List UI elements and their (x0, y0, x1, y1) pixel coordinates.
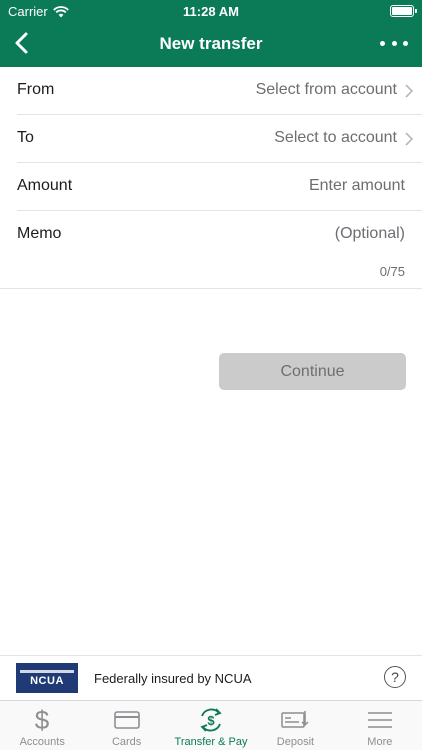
tab-transfer-pay[interactable]: $ Transfer & Pay (169, 701, 253, 750)
ncua-banner: NCUA Federally insured by NCUA ? (0, 655, 422, 700)
tab-label: Deposit (276, 736, 315, 748)
ncua-logo: NCUA (16, 663, 78, 693)
amount-input[interactable]: Enter amount (309, 177, 405, 195)
tab-label: More (367, 736, 393, 748)
ncua-logo-text: NCUA (30, 674, 64, 687)
memo-label: Memo (17, 225, 62, 242)
memo-character-counter: 0/75 (379, 264, 405, 279)
transfer-pay-icon: $ (196, 706, 226, 734)
to-account-value: Select to account (274, 129, 397, 146)
memo-input[interactable]: (Optional) (335, 225, 405, 243)
status-bar: Carrier 11:28 AM (0, 0, 422, 22)
continue-button[interactable]: Continue (219, 353, 406, 390)
tab-label: Accounts (19, 736, 65, 748)
tab-deposit[interactable]: Deposit (253, 701, 337, 750)
chevron-right-icon (405, 132, 413, 146)
nav-bar: New transfer (0, 22, 422, 67)
ncua-insured-text: Federally insured by NCUA (94, 671, 252, 686)
amount-label: Amount (17, 177, 73, 194)
memo-row[interactable]: Memo (Optional) 0/75 (17, 211, 422, 288)
to-label: To (17, 129, 34, 146)
from-account-value: Select from account (255, 81, 397, 98)
header: Carrier 11:28 AM New transfer (0, 0, 422, 67)
tab-more[interactable]: More (338, 701, 422, 750)
divider (0, 288, 422, 289)
page-title: New transfer (159, 34, 263, 53)
tab-cards[interactable]: Cards (84, 701, 168, 750)
check-deposit-icon (280, 706, 310, 734)
tab-accounts[interactable]: $ Accounts (0, 701, 84, 750)
svg-text:$: $ (207, 713, 215, 728)
amount-row[interactable]: Amount Enter amount (17, 163, 422, 211)
to-account-row[interactable]: To Select to account (17, 115, 422, 163)
svg-text:$: $ (35, 707, 50, 733)
tab-label: Transfer & Pay (174, 736, 248, 748)
dollar-icon: $ (27, 706, 57, 734)
transfer-form: From Select from account To Select to ac… (0, 67, 422, 289)
help-icon[interactable]: ? (384, 666, 406, 688)
tab-label: Cards (111, 736, 142, 748)
menu-icon (365, 706, 395, 734)
more-options-icon[interactable] (380, 32, 408, 54)
battery-icon (390, 5, 417, 17)
chevron-right-icon (405, 84, 413, 98)
tab-bar: $ Accounts Cards $ Transfer & Pay Deposi… (0, 700, 422, 750)
from-account-row[interactable]: From Select from account (17, 67, 422, 115)
status-time: 11:28 AM (183, 4, 239, 19)
from-label: From (17, 81, 55, 98)
card-icon (112, 706, 142, 734)
